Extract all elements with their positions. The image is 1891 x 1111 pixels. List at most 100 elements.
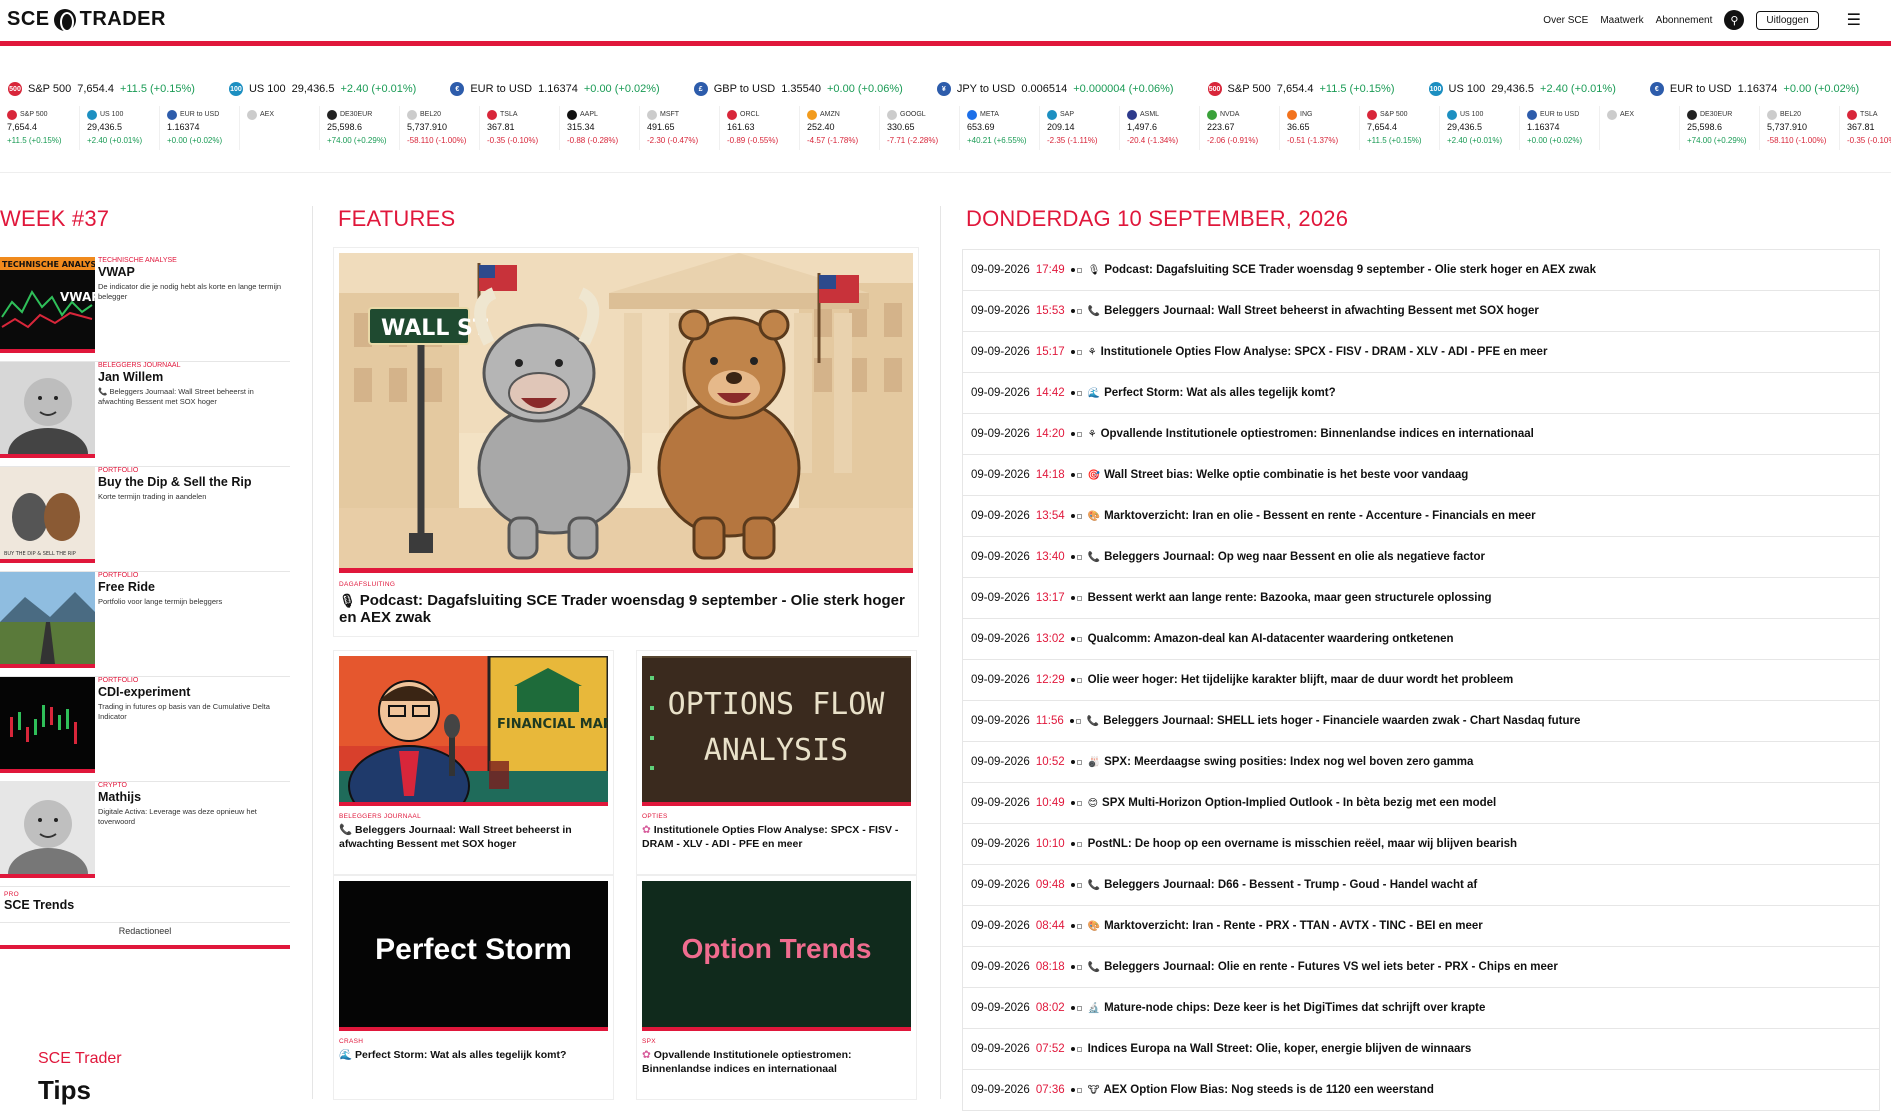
search-icon[interactable]: ⚲: [1724, 10, 1745, 30]
ticker-cell[interactable]: AEX: [240, 106, 320, 150]
ticker-cell[interactable]: S&P 500 7,654.4 +11.5 (+0.15%): [0, 106, 80, 150]
ticker-cell[interactable]: ASML 1,497.6 -20.4 (-1.34%): [1120, 106, 1200, 150]
ticker-item[interactable]: € EUR to USD 1.16374 +0.00 (+0.02%): [1642, 82, 1859, 96]
news-row[interactable]: 09-09-2026 10:52 🎳 SPX: Meerdaagse swing …: [963, 742, 1879, 783]
nav-abonnement[interactable]: Abonnement: [1656, 15, 1713, 26]
feature-card[interactable]: FINANCIAL MARKETS BELEGGERS JOURNAAL 📞 B…: [333, 650, 614, 875]
feature-card[interactable]: OPTIONS FLOW ANALYSIS OPTIES ✿ Instituti…: [636, 650, 917, 875]
ticker-item[interactable]: 500 S&P 500 7,654.4 +11.5 (+0.15%): [0, 82, 195, 96]
ticker-item[interactable]: £ GBP to USD 1.35540 +0.00 (+0.06%): [686, 82, 903, 96]
news-row[interactable]: 09-09-2026 10:49 😊 SPX Multi-Horizon Opti…: [963, 783, 1879, 824]
ticker-cell[interactable]: ORCL 161.63 -0.89 (-0.55%): [720, 106, 800, 150]
news-marker-icon: [1070, 923, 1082, 929]
ticker-item[interactable]: 100 US 100 29,436.5 +2.40 (+0.01%): [221, 82, 416, 96]
news-headline: Beleggers Journaal: Olie en rente - Futu…: [1104, 961, 1558, 973]
nav-over-sce[interactable]: Over SCE: [1543, 15, 1588, 26]
week-item[interactable]: TECHNISCHE ANALYSEVWAP TECHNISCHE ANALYS…: [0, 257, 290, 362]
feature-card-main[interactable]: WALL ST DAGAFSLUITING 🎙 Podcast: Dagafsl…: [333, 247, 919, 637]
ticker-cell[interactable]: BEL20 5,737.910 -58.110 (-1.00%): [400, 106, 480, 150]
ticker-cell[interactable]: BEL20 5,737.910 -58.110 (-1.00%): [1760, 106, 1840, 150]
ticker-item[interactable]: ¥ JPY to USD 0.006514 +0.000004 (+0.06%): [929, 82, 1174, 96]
news-headline: Marktoverzicht: Iran en olie - Bessent e…: [1104, 510, 1536, 522]
news-date: 09-09-2026: [971, 1043, 1030, 1055]
ticker-cell[interactable]: EUR to USD 1.16374 +0.00 (+0.02%): [1520, 106, 1600, 150]
news-row[interactable]: 09-09-2026 08:18 📞 Beleggers Journaal: Ol…: [963, 947, 1879, 988]
news-row[interactable]: 09-09-2026 13:02 Qualcomm: Amazon-deal k…: [963, 619, 1879, 660]
news-row[interactable]: 09-09-2026 10:10 PostNL: De hoop op een …: [963, 824, 1879, 865]
ticker-cell[interactable]: US 100 29,436.5 +2.40 (+0.01%): [1440, 106, 1520, 150]
news-row[interactable]: 09-09-2026 07:52 Indices Europa na Wall …: [963, 1029, 1879, 1070]
feature-title[interactable]: ✿ Institutionele Opties Flow Analyse: SP…: [642, 823, 914, 851]
feature-card[interactable]: Option Trends SPX ✿ Opvallende Instituti…: [636, 875, 917, 1100]
week-title: WEEK #37: [0, 206, 110, 231]
ticker-item[interactable]: 500 S&P 500 7,654.4 +11.5 (+0.15%): [1200, 82, 1395, 96]
logout-button[interactable]: Uitloggen: [1756, 10, 1819, 30]
site-logo[interactable]: SCE TRADER: [7, 8, 166, 32]
news-row[interactable]: 09-09-2026 15:17 ⚘ Institutionele Opties …: [963, 332, 1879, 373]
flower-icon: ✿: [642, 824, 651, 836]
week-item[interactable]: PORTFOLIO CDI-experiment Trading in futu…: [0, 677, 290, 782]
news-date: 09-09-2026: [971, 305, 1030, 317]
news-marker-icon: [1070, 513, 1082, 519]
news-row[interactable]: 09-09-2026 12:29 Olie weer hoger: Het ti…: [963, 660, 1879, 701]
feature-card[interactable]: Perfect Storm CRASH 🌊 Perfect Storm: Wat…: [333, 875, 614, 1100]
ticker-item[interactable]: £ GBP to US: [1885, 82, 1891, 96]
ticker-item[interactable]: 100 US 100 29,436.5 +2.40 (+0.01%): [1421, 82, 1616, 96]
news-row[interactable]: 09-09-2026 13:54 🎨 Marktoverzicht: Iran e…: [963, 496, 1879, 537]
news-headline: Mature-node chips: Deze keer is het Digi…: [1104, 1002, 1486, 1014]
news-time: 13:02: [1035, 633, 1065, 645]
pro-item[interactable]: PRO SCE Trends: [0, 887, 290, 923]
week-item[interactable]: BELEGGERS JOURNAAL Jan Willem 📞 Belegger…: [0, 362, 290, 467]
ticker-cell[interactable]: NVDA 223.67 -2.06 (-0.91%): [1200, 106, 1280, 150]
ticker-cell[interactable]: DE30EUR 25,598.6 +74.00 (+0.29%): [1680, 106, 1760, 150]
news-row[interactable]: 09-09-2026 08:02 🔬 Mature-node chips: Dez…: [963, 988, 1879, 1029]
ticker-cell-change: -0.35 (-0.10%): [1847, 136, 1891, 145]
week-item[interactable]: PORTFOLIO Free Ride Portfolio voor lange…: [0, 572, 290, 677]
ticker-cell[interactable]: TSLA 367.81 -0.35 (-0.10%): [1840, 106, 1891, 150]
ticker-cell[interactable]: SAP 209.14 -2.35 (-1.11%): [1040, 106, 1120, 150]
feature-title[interactable]: 📞 Beleggers Journaal: Wall Street beheer…: [339, 823, 611, 851]
news-row[interactable]: 09-09-2026 14:18 🎯 Wall Street bias: Welk…: [963, 455, 1879, 496]
ticker-cell[interactable]: US 100 29,436.5 +2.40 (+0.01%): [80, 106, 160, 150]
news-date: 09-09-2026: [971, 469, 1030, 481]
ticker-cell-name: AMZN: [820, 111, 840, 118]
pro-category: PRO: [4, 891, 19, 898]
feature-title-text: Podcast: Dagafsluiting SCE Trader woensd…: [339, 592, 905, 626]
news-row[interactable]: 09-09-2026 14:42 🌊 Perfect Storm: Wat als…: [963, 373, 1879, 414]
nav-maatwerk[interactable]: Maatwerk: [1600, 15, 1643, 26]
news-row[interactable]: 09-09-2026 14:20 ⚘ Opvallende Institution…: [963, 414, 1879, 455]
feature-title[interactable]: 🎙 Podcast: Dagafsluiting SCE Trader woen…: [339, 592, 913, 626]
ticker-cell-name: ASML: [1140, 111, 1160, 118]
feature-title[interactable]: ✿ Opvallende Institutionele optiestromen…: [642, 1048, 914, 1076]
ticker-cell[interactable]: META 653.69 +40.21 (+6.55%): [960, 106, 1040, 150]
news-row[interactable]: 09-09-2026 07:36 🐮 AEX Option Flow Bias: …: [963, 1070, 1879, 1111]
ticker-cell[interactable]: ING 36.65 -0.51 (-1.37%): [1280, 106, 1360, 150]
week-item[interactable]: BUY THE DIP & SELL THE RIP PORTFOLIO Buy…: [0, 467, 290, 572]
menu-icon[interactable]: ☰: [1847, 10, 1861, 30]
ticker-cell-price: 330.65: [887, 122, 915, 132]
ticker-cell[interactable]: MSFT 491.65 -2.30 (-0.47%): [640, 106, 720, 150]
news-row[interactable]: 09-09-2026 11:56 📞 Beleggers Journaal: SH…: [963, 701, 1879, 742]
ticker-cell[interactable]: AMZN 252.40 -4.57 (-1.78%): [800, 106, 880, 150]
ticker-cell[interactable]: EUR to USD 1.16374 +0.00 (+0.02%): [160, 106, 240, 150]
news-row[interactable]: 09-09-2026 13:40 📞 Beleggers Journaal: Op…: [963, 537, 1879, 578]
news-row[interactable]: 09-09-2026 15:53 📞 Beleggers Journaal: Wa…: [963, 291, 1879, 332]
news-row[interactable]: 09-09-2026 08:44 🎨 Marktoverzicht: Iran -…: [963, 906, 1879, 947]
feature-title[interactable]: 🌊 Perfect Storm: Wat als alles tegelijk …: [339, 1048, 611, 1062]
news-row[interactable]: 09-09-2026 17:49 🎙 Podcast: Dagafsluiting…: [963, 250, 1879, 291]
ticker-item[interactable]: € EUR to USD 1.16374 +0.00 (+0.02%): [442, 82, 660, 96]
ticker-cell[interactable]: AAPL 315.34 -0.88 (-0.28%): [560, 106, 640, 150]
news-headline: Marktoverzicht: Iran - Rente - PRX - TTA…: [1104, 920, 1483, 932]
news-row[interactable]: 09-09-2026 09:48 📞 Beleggers Journaal: D6…: [963, 865, 1879, 906]
ticker-cell[interactable]: S&P 500 7,654.4 +11.5 (+0.15%): [1360, 106, 1440, 150]
ticker-cell[interactable]: GOOGL 330.65 -7.71 (-2.28%): [880, 106, 960, 150]
ticker-cell-name: BEL20: [420, 111, 442, 118]
ticker-symbol-icon: [1287, 109, 1297, 120]
ticker-cell[interactable]: DE30EUR 25,598.6 +74.00 (+0.29%): [320, 106, 400, 150]
ticker-cell[interactable]: AEX: [1600, 106, 1680, 150]
ticker-cell[interactable]: TSLA 367.81 -0.35 (-0.10%): [480, 106, 560, 150]
news-row[interactable]: 09-09-2026 13:17 Bessent werkt aan lange…: [963, 578, 1879, 619]
week-item-desc: Digitale Activa: Leverage was deze opnie…: [98, 807, 288, 827]
redactioneel-label[interactable]: Redactioneel: [0, 926, 290, 936]
week-item[interactable]: CRYPTO Mathijs Digitale Activa: Leverage…: [0, 782, 290, 887]
